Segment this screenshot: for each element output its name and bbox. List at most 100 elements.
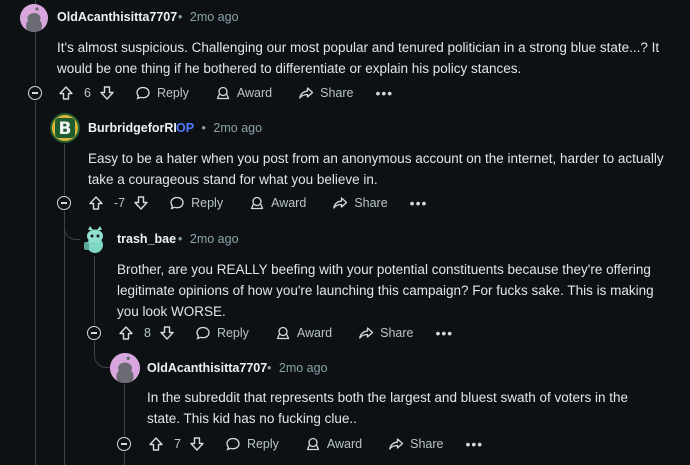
meta-separator: •: [178, 10, 183, 24]
meta-separator: •: [267, 361, 272, 375]
comment-line: would be one thing if he bothered to dif…: [57, 61, 522, 76]
share-icon: [388, 436, 404, 452]
avatar[interactable]: [20, 4, 48, 32]
vote-group: 8: [118, 325, 175, 341]
share-icon: [332, 195, 348, 211]
comment-actions: 8 Reply Award Share •••: [118, 322, 453, 344]
comment-body: In the subreddit that represents both th…: [147, 387, 687, 429]
comment-body: It's almost suspicious. Challenging our …: [57, 37, 687, 79]
share-icon: [298, 85, 314, 101]
reply-label: Reply: [156, 86, 189, 100]
vote-score: 8: [144, 326, 151, 340]
downvote-icon[interactable]: [133, 195, 149, 211]
award-label: Award: [236, 86, 273, 100]
award-button[interactable]: Award: [305, 436, 362, 452]
thread-branch-level-2: [35, 100, 49, 128]
reply-icon: [169, 195, 185, 211]
reply-icon: [135, 85, 151, 101]
more-options-button[interactable]: •••: [376, 85, 394, 101]
award-button[interactable]: Award: [275, 325, 332, 341]
share-button[interactable]: Share: [388, 436, 444, 452]
comment-username[interactable]: trash_bae: [117, 232, 176, 246]
award-icon: [275, 325, 291, 341]
snoo-avatar-icon: [110, 353, 140, 383]
upvote-icon[interactable]: [88, 195, 104, 211]
comment-age[interactable]: 2mo ago: [190, 232, 239, 246]
share-label: Share: [320, 86, 354, 100]
thread-line-level-1-lower: [35, 101, 36, 465]
campaign-logo-b-icon: B: [52, 115, 78, 141]
op-badge: OP: [176, 121, 195, 135]
award-icon: [215, 85, 231, 101]
avatar[interactable]: B: [50, 113, 80, 143]
award-label: Award: [326, 437, 363, 451]
share-label: Share: [380, 326, 414, 340]
comment-age[interactable]: 2mo ago: [279, 361, 328, 375]
share-button[interactable]: Share: [332, 195, 388, 211]
award-button[interactable]: Award: [249, 195, 306, 211]
comment-actions: -7 Reply Award Share •••: [88, 192, 427, 214]
reply-button[interactable]: Reply: [135, 85, 189, 101]
comment-actions: 7 Reply Award Share •••: [148, 433, 483, 455]
avatar[interactable]: [110, 353, 140, 383]
avatar[interactable]: [80, 224, 110, 254]
award-button[interactable]: Award: [215, 85, 272, 101]
more-options-button[interactable]: •••: [466, 436, 484, 452]
vote-score: 7: [174, 437, 181, 451]
comment-line: Brother, are you REALLY beefing with you…: [117, 262, 651, 277]
vote-group: 6: [58, 85, 115, 101]
collapse-button[interactable]: [57, 196, 71, 210]
comment-meta: • 2mo ago: [178, 10, 239, 24]
share-icon: [358, 325, 374, 341]
thread-line-level-2-lower: [64, 211, 65, 465]
collapse-button[interactable]: [28, 86, 42, 100]
share-button[interactable]: Share: [298, 85, 354, 101]
vote-score: 6: [84, 86, 91, 100]
comment-username[interactable]: OldAcanthisitta7707: [57, 10, 177, 24]
award-icon: [305, 436, 321, 452]
thread-line-level-4: [124, 384, 125, 436]
collapse-button[interactable]: [117, 437, 131, 451]
comment-meta: OP • 2mo ago: [176, 121, 262, 135]
thread-line-level-3: [94, 256, 95, 325]
reply-button[interactable]: Reply: [195, 325, 249, 341]
reply-label: Reply: [246, 437, 279, 451]
award-icon: [249, 195, 265, 211]
upvote-icon[interactable]: [118, 325, 134, 341]
upvote-icon[interactable]: [58, 85, 74, 101]
comment-username[interactable]: OldAcanthisitta7707: [147, 361, 267, 375]
reply-label: Reply: [191, 196, 224, 210]
award-label: Award: [271, 196, 307, 210]
comment-body: Brother, are you REALLY beefing with you…: [117, 259, 687, 322]
reply-icon: [195, 325, 211, 341]
comment-meta: • 2mo ago: [267, 361, 328, 375]
more-options-button[interactable]: •••: [436, 325, 454, 341]
comment-actions: 6 Reply Award Share •••: [58, 82, 393, 104]
snoo-avatar-icon: [20, 4, 48, 32]
share-label: Share: [354, 196, 388, 210]
comment-meta: • 2mo ago: [178, 232, 239, 246]
vote-score: -7: [114, 196, 126, 210]
comment-username[interactable]: BurbridgeforRI: [88, 121, 177, 135]
collapse-button[interactable]: [87, 326, 101, 340]
share-label: Share: [410, 437, 444, 451]
reply-icon: [225, 436, 241, 452]
downvote-icon[interactable]: [159, 325, 175, 341]
meta-separator: •: [201, 121, 206, 135]
upvote-icon[interactable]: [148, 436, 164, 452]
downvote-icon[interactable]: [99, 85, 115, 101]
comment-age[interactable]: 2mo ago: [190, 10, 239, 24]
comment-age[interactable]: 2mo ago: [213, 121, 262, 135]
reply-button[interactable]: Reply: [225, 436, 279, 452]
snoo-avatar-icon: [80, 224, 110, 254]
share-button[interactable]: Share: [358, 325, 414, 341]
reply-button[interactable]: Reply: [169, 195, 223, 211]
comment-line: state. This kid has no fucking clue..: [147, 411, 357, 426]
comment-line: Easy to be a hater when you post from an…: [88, 151, 664, 166]
thread-line-level-2: [64, 144, 65, 195]
comment-line: take a courageous stand for what you bel…: [88, 172, 378, 187]
svg-text:B: B: [59, 119, 72, 139]
downvote-icon[interactable]: [189, 436, 205, 452]
vote-group: -7: [88, 195, 149, 211]
more-options-button[interactable]: •••: [410, 195, 428, 211]
